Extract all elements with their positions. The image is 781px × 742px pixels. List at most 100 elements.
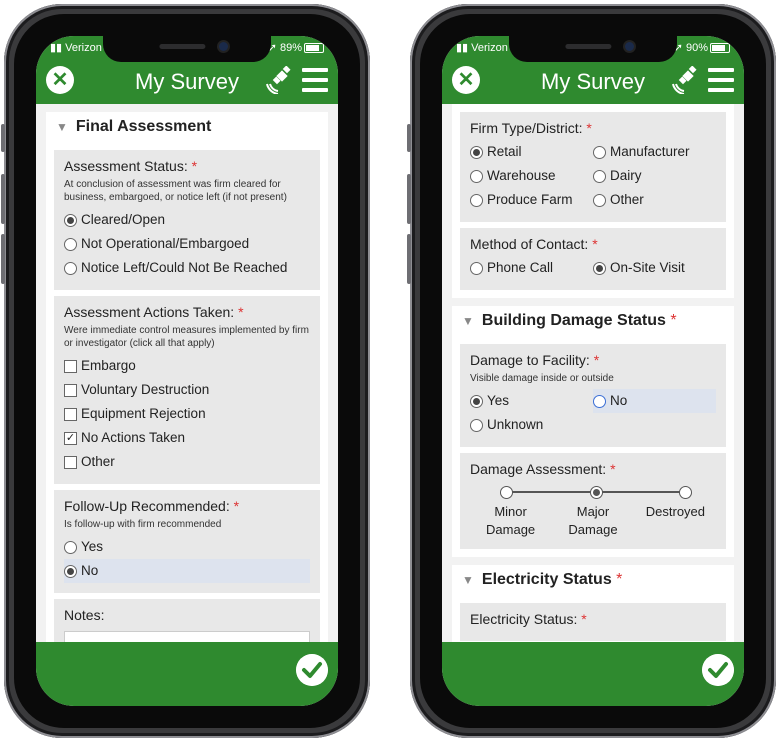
checkbox-no-actions-taken[interactable]: ✓ No Actions Taken bbox=[64, 426, 310, 450]
question-label: Assessment Actions Taken: bbox=[64, 304, 235, 320]
required-marker: * bbox=[581, 611, 587, 627]
satellite-icon[interactable] bbox=[266, 66, 292, 94]
radio-other[interactable]: Other bbox=[593, 188, 716, 212]
question-help: Were immediate control measures implemen… bbox=[64, 325, 309, 349]
question-label: Damage Assessment: bbox=[470, 461, 607, 477]
slider-label-minor: Minor Damage bbox=[486, 504, 536, 537]
volume-up-button bbox=[407, 174, 411, 224]
radio-retail[interactable]: Retail bbox=[470, 140, 593, 164]
app-title: My Survey bbox=[135, 69, 239, 94]
submit-check-button[interactable] bbox=[296, 654, 328, 686]
radio-icon bbox=[593, 193, 606, 207]
radio-follow-up-no[interactable]: No bbox=[64, 559, 310, 583]
radio-icon bbox=[470, 394, 483, 408]
radio-notice-left[interactable]: Notice Left/Could Not Be Reached bbox=[64, 256, 310, 280]
slider-stop-destroyed[interactable] bbox=[679, 486, 692, 499]
checkbox-voluntary-destruction[interactable]: Voluntary Destruction bbox=[64, 378, 310, 402]
question-firm-type: Firm Type/District: * Retail Manufacture… bbox=[460, 112, 726, 222]
screen-right: ▮▮ Verizon ◉ ➚ 90% ✕ My Survey bbox=[442, 36, 744, 706]
required-marker: * bbox=[616, 571, 623, 588]
collapse-triangle-icon: ▼ bbox=[462, 314, 474, 328]
question-contact-method: Method of Contact: * Phone Call On-Site … bbox=[460, 228, 726, 290]
required-marker: * bbox=[592, 236, 598, 252]
required-marker: * bbox=[610, 461, 616, 477]
notes-textarea[interactable] bbox=[64, 631, 310, 642]
volume-down-button bbox=[407, 234, 411, 284]
notch bbox=[103, 36, 271, 62]
required-marker: * bbox=[670, 312, 677, 329]
radio-damage-no[interactable]: No bbox=[593, 389, 716, 413]
survey-content[interactable]: ▼ Final Assessment Assessment Status: * A… bbox=[36, 104, 338, 642]
slider-stop-minor[interactable] bbox=[500, 486, 513, 499]
question-electricity-status: Electricity Status: * bbox=[460, 603, 726, 641]
question-actions-taken: Assessment Actions Taken: * Were immedia… bbox=[54, 296, 320, 484]
radio-manufacturer[interactable]: Manufacturer bbox=[593, 140, 716, 164]
radio-icon bbox=[593, 261, 606, 275]
radio-icon bbox=[593, 145, 606, 159]
battery-indicator: ➚ 89% bbox=[268, 41, 324, 54]
menu-button[interactable] bbox=[302, 68, 328, 92]
question-help: Is follow-up with firm recommended bbox=[64, 519, 222, 530]
section-body: Firm Type/District: * Retail Manufacture… bbox=[452, 104, 734, 298]
battery-icon bbox=[304, 43, 324, 54]
slider-labels: Minor Damage Major Damage Destroyed bbox=[470, 503, 716, 539]
radio-on-site-visit[interactable]: On-Site Visit bbox=[593, 256, 716, 280]
required-marker: * bbox=[586, 120, 592, 136]
section-body: Damage to Facility: * Visible damage ins… bbox=[452, 336, 734, 557]
question-label: Method of Contact: bbox=[470, 236, 589, 252]
phone-frame-right: ▮▮ Verizon ◉ ➚ 90% ✕ My Survey bbox=[407, 4, 776, 738]
radio-icon bbox=[470, 418, 483, 432]
survey-content[interactable]: Firm Type/District: * Retail Manufacture… bbox=[442, 104, 744, 642]
required-marker: * bbox=[233, 498, 240, 514]
question-label: Follow-Up Recommended: bbox=[64, 498, 230, 514]
radio-phone-call[interactable]: Phone Call bbox=[470, 256, 593, 280]
checkbox-embargo[interactable]: Embargo bbox=[64, 354, 310, 378]
radio-icon bbox=[593, 169, 606, 183]
radio-icon bbox=[64, 237, 77, 251]
battery-icon bbox=[710, 43, 730, 54]
radio-damage-unknown[interactable]: Unknown bbox=[470, 413, 593, 437]
radio-damage-yes[interactable]: Yes bbox=[470, 389, 593, 413]
radio-icon bbox=[593, 394, 606, 408]
slider-stop-major[interactable] bbox=[590, 486, 603, 499]
radio-dairy[interactable]: Dairy bbox=[593, 164, 716, 188]
mute-switch bbox=[407, 124, 411, 152]
question-damage-facility: Damage to Facility: * Visible damage ins… bbox=[460, 344, 726, 447]
menu-button[interactable] bbox=[708, 68, 734, 92]
damage-slider[interactable] bbox=[500, 483, 692, 501]
required-marker: * bbox=[238, 304, 244, 320]
slider-label-major: Major Damage bbox=[568, 504, 618, 537]
section-building-damage[interactable]: ▼ Building Damage Status * bbox=[452, 306, 734, 336]
checkbox-icon bbox=[64, 407, 77, 421]
radio-icon bbox=[64, 540, 77, 554]
radio-follow-up-yes[interactable]: Yes bbox=[64, 535, 310, 559]
radio-not-operational[interactable]: Not Operational/Embargoed bbox=[64, 232, 310, 256]
bezel: ▮▮ Verizon ◉ ➚ 89% ✕ My Survey ▼Final As… bbox=[14, 14, 360, 728]
checkbox-other[interactable]: Other bbox=[64, 450, 310, 474]
damage-facility-options: Yes No Unknown bbox=[470, 389, 716, 437]
section-body: Electricity Status: * bbox=[452, 595, 734, 642]
radio-warehouse[interactable]: Warehouse bbox=[470, 164, 593, 188]
required-marker: * bbox=[191, 158, 198, 174]
question-label: Electricity Status: bbox=[470, 611, 578, 627]
question-help: Visible damage inside or outside bbox=[470, 373, 614, 384]
app-header: ✕ My Survey bbox=[442, 58, 744, 104]
question-label: Damage to Facility: bbox=[470, 352, 590, 368]
volume-down-button bbox=[1, 234, 5, 284]
radio-produce-farm[interactable]: Produce Farm bbox=[470, 188, 593, 212]
section-electricity[interactable]: ▼ Electricity Status * bbox=[452, 565, 734, 595]
radio-icon bbox=[64, 261, 77, 275]
question-damage-assessment: Damage Assessment: * Minor Damage Major Da… bbox=[460, 453, 726, 549]
checkbox-icon bbox=[64, 383, 77, 397]
checkbox-equipment-rejection[interactable]: Equipment Rejection bbox=[64, 402, 310, 426]
section-final-assessment[interactable]: ▼ Final Assessment bbox=[46, 112, 328, 142]
bezel: ▮▮ Verizon ◉ ➚ 90% ✕ My Survey bbox=[420, 14, 766, 728]
screen-left: ▮▮ Verizon ◉ ➚ 89% ✕ My Survey ▼Final As… bbox=[36, 36, 338, 706]
slider-label-destroyed: Destroyed bbox=[645, 504, 706, 519]
volume-up-button bbox=[1, 174, 5, 224]
mute-switch bbox=[1, 124, 5, 152]
satellite-icon[interactable] bbox=[672, 66, 698, 94]
radio-cleared-open[interactable]: Cleared/Open bbox=[64, 208, 310, 232]
submit-check-button[interactable] bbox=[702, 654, 734, 686]
required-marker: * bbox=[593, 352, 600, 368]
